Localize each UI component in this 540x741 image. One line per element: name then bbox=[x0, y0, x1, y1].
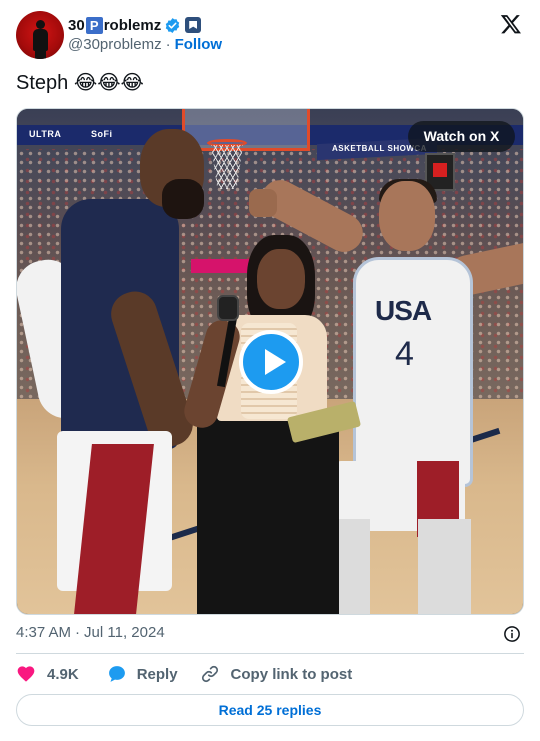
verified-badge-icon bbox=[165, 17, 180, 33]
reply-label: Reply bbox=[136, 665, 178, 683]
reply-button[interactable]: Reply bbox=[107, 664, 178, 684]
post-text: Steph 😂😂😂 bbox=[16, 72, 144, 94]
info-icon[interactable] bbox=[503, 625, 521, 643]
display-name-prefix: 30 bbox=[68, 16, 85, 34]
copy-link-button[interactable]: Copy link to post bbox=[200, 664, 353, 684]
actions-divider bbox=[16, 653, 524, 654]
display-name-suffix: roblemz bbox=[103, 16, 162, 34]
microphone bbox=[217, 295, 239, 321]
affiliate-bookmark-icon bbox=[185, 17, 202, 33]
player-left-beard bbox=[162, 179, 204, 219]
author-avatar[interactable] bbox=[16, 11, 64, 59]
follow-link[interactable]: Follow bbox=[175, 36, 223, 53]
display-name-p-badge: P bbox=[85, 16, 103, 34]
author-handle-row: @30problemz · Follow bbox=[68, 36, 222, 53]
author-name-row[interactable]: 30 P roblemz bbox=[68, 15, 202, 35]
watch-on-x-button[interactable]: Watch on X bbox=[408, 121, 515, 152]
read-replies-button[interactable]: Read 25 replies bbox=[16, 694, 524, 726]
x-logo-icon[interactable] bbox=[500, 13, 522, 35]
post-actions: 4.9K Reply Copy link to post bbox=[16, 663, 352, 685]
avatar-figure-head bbox=[36, 20, 45, 29]
reporter-face bbox=[257, 249, 305, 309]
heart-icon bbox=[17, 666, 35, 682]
copy-link-label: Copy link to post bbox=[230, 665, 353, 683]
like-count: 4.9K bbox=[47, 665, 79, 683]
banner-text-left: ULTRA bbox=[29, 129, 62, 139]
like-button[interactable]: 4.9K bbox=[16, 664, 79, 684]
handle-separator: · bbox=[165, 36, 171, 53]
timestamp-separator: · bbox=[75, 624, 81, 641]
reporter-pants bbox=[197, 413, 339, 614]
sponsor-sign bbox=[191, 259, 251, 273]
banner-text-mid: SoFi bbox=[91, 129, 113, 139]
avatar-figure-legs bbox=[35, 47, 46, 59]
jersey-text: USA bbox=[375, 295, 432, 326]
embedded-post: 30 P roblemz @30problemz · Follow Steph … bbox=[0, 0, 540, 741]
player-right-legs bbox=[331, 519, 471, 614]
link-icon bbox=[201, 665, 218, 683]
jersey-number: 4 bbox=[395, 335, 414, 373]
author-display-name[interactable]: 30 P roblemz bbox=[68, 16, 162, 34]
speech-bubble-icon bbox=[108, 666, 125, 682]
basketball-backboard bbox=[182, 109, 310, 151]
video-player[interactable]: ULTRA SoFi ASKETBALL SHOWCA USA 4 Watch … bbox=[16, 108, 524, 615]
post-time: 4:37 AM bbox=[16, 624, 72, 641]
play-icon[interactable] bbox=[239, 330, 303, 394]
post-timestamp[interactable]: 4:37 AM · Jul 11, 2024 bbox=[16, 624, 165, 641]
author-handle[interactable]: @30problemz bbox=[68, 36, 162, 53]
post-date: Jul 11, 2024 bbox=[84, 624, 165, 641]
player-right-fist bbox=[249, 189, 277, 217]
player-right-head bbox=[379, 181, 435, 251]
